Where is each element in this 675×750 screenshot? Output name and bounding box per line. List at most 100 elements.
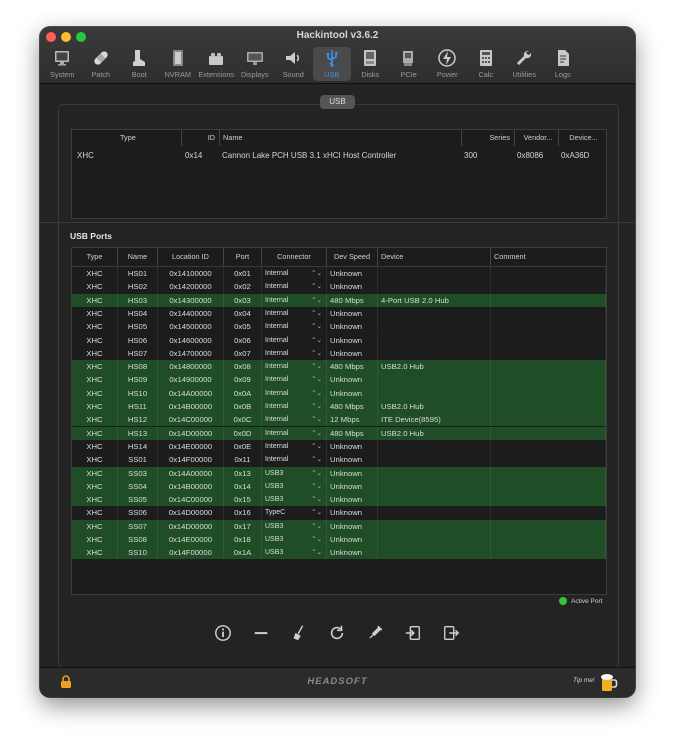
column-header-series[interactable]: Series [462, 130, 515, 146]
table-row[interactable]: XHC SS05 0x14C00000 0x15 USB3 ⌃⌄ Unknown [72, 493, 606, 507]
table-row[interactable]: XHC HS06 0x14600000 0x06 Internal ⌃⌄ Unknown [72, 333, 606, 347]
toolbar-utilities-button[interactable]: Utilities [505, 47, 544, 81]
table-row[interactable]: XHC SS01 0x14F00000 0x11 Internal ⌃⌄ Unknown [72, 453, 606, 467]
table-row[interactable]: XHC HS07 0x14700000 0x07 Internal ⌃⌄ Unknown [72, 346, 606, 360]
connector-select[interactable]: Internal ⌃⌄ [262, 346, 327, 360]
port-comment[interactable] [491, 320, 606, 334]
usb-ports-table[interactable]: Type Name Location ID Port Connector Dev Spee… [71, 247, 607, 595]
port-comment[interactable] [491, 466, 606, 480]
port-comment[interactable] [491, 360, 606, 374]
port-comment[interactable] [491, 506, 606, 520]
toolbar-calc-button[interactable]: Calc [467, 47, 506, 81]
connector-select[interactable]: Internal ⌃⌄ [262, 280, 327, 294]
column-header-comment[interactable]: Comment [491, 248, 606, 266]
table-row[interactable]: XHC SS08 0x14E00000 0x18 USB3 ⌃⌄ Unknown [72, 533, 606, 547]
port-comment[interactable] [491, 267, 606, 281]
connector-select[interactable]: Internal ⌃⌄ [262, 386, 327, 400]
table-row[interactable]: XHC SS07 0x14D00000 0x17 USB3 ⌃⌄ Unknown [72, 519, 606, 533]
table-row[interactable]: XHC SS10 0x14F00000 0x1A USB3 ⌃⌄ Unknown [72, 546, 606, 560]
table-row[interactable]: XHC HS01 0x14100000 0x01 Internal ⌃⌄ Unknown [72, 267, 606, 281]
table-row[interactable]: XHC HS03 0x14300000 0x03 Internal ⌃⌄ 480 Mbps 4… [72, 293, 606, 307]
connector-select[interactable]: Internal ⌃⌄ [262, 373, 327, 387]
toolbar-power-button[interactable]: Power [428, 47, 467, 81]
toolbar-system-button[interactable]: System [43, 47, 82, 81]
table-row[interactable]: XHC SS03 0x14A00000 0x13 USB3 ⌃⌄ Unknown [72, 466, 606, 480]
column-header-dev-speed[interactable]: Dev Speed [327, 248, 378, 266]
port-comment[interactable] [491, 280, 606, 294]
column-header-device[interactable]: Device [378, 248, 491, 266]
connector-select[interactable]: Internal ⌃⌄ [262, 306, 327, 321]
connector-select[interactable]: USB3 ⌃⌄ [262, 466, 327, 480]
toolbar-disks-button[interactable]: Disks [351, 47, 390, 81]
connector-select[interactable]: Internal ⌃⌄ [262, 426, 327, 440]
table-row[interactable]: XHC SS06 0x14D00000 0x16 TypeC ⌃⌄ Unknown [72, 506, 606, 520]
toolbar-patch-button[interactable]: Patch [82, 47, 121, 81]
port-comment[interactable] [491, 306, 606, 321]
column-header-id[interactable]: ID [182, 130, 220, 146]
port-comment[interactable] [491, 400, 606, 414]
beer-mug-icon[interactable] [600, 671, 618, 693]
column-header-type[interactable]: Type [72, 248, 118, 266]
refresh-button[interactable] [324, 622, 349, 644]
port-comment[interactable] [491, 333, 606, 347]
column-header-name[interactable]: Name [220, 130, 462, 146]
column-header-location-id[interactable]: Location ID [158, 248, 224, 266]
column-header-connector[interactable]: Connector [262, 248, 327, 266]
port-comment[interactable] [491, 453, 606, 467]
connector-select[interactable]: Internal ⌃⌄ [262, 333, 327, 347]
connector-select[interactable]: USB3 ⌃⌄ [262, 533, 327, 547]
connector-select[interactable]: Internal ⌃⌄ [262, 400, 327, 414]
connector-select[interactable]: Internal ⌃⌄ [262, 439, 327, 454]
table-row[interactable]: XHC HS04 0x14400000 0x04 Internal ⌃⌄ Unknown [72, 306, 606, 321]
connector-select[interactable]: Internal ⌃⌄ [262, 413, 327, 427]
table-row[interactable]: XHC HS09 0x14900000 0x09 Internal ⌃⌄ Unknown [72, 373, 606, 387]
port-comment[interactable] [491, 533, 606, 547]
table-row[interactable]: XHC HS11 0x14B00000 0x0B Internal ⌃⌄ 480 Mbps U… [72, 400, 606, 414]
table-row[interactable]: XHC HS02 0x14200000 0x02 Internal ⌃⌄ Unknown [72, 280, 606, 294]
toolbar-boot-button[interactable]: Boot [120, 47, 159, 81]
toolbar-extensions-button[interactable]: Extensions [197, 47, 236, 81]
port-comment[interactable] [491, 479, 606, 493]
connector-select[interactable]: Internal ⌃⌄ [262, 293, 327, 307]
port-comment[interactable] [491, 426, 606, 440]
toolbar-logs-button[interactable]: Logs [544, 47, 583, 81]
port-comment[interactable] [491, 386, 606, 400]
info-button[interactable] [210, 622, 235, 644]
table-row[interactable]: XHC HS08 0x14800000 0x08 Internal ⌃⌄ 480 Mbps U… [72, 360, 606, 374]
connector-select[interactable]: USB3 ⌃⌄ [262, 546, 327, 560]
clear-button[interactable] [286, 622, 311, 644]
table-row[interactable]: XHC HS13 0x14D00000 0x0D Internal ⌃⌄ 480 Mbps U… [72, 426, 606, 440]
column-header-port[interactable]: Port [224, 248, 262, 266]
port-comment[interactable] [491, 439, 606, 454]
inject-button[interactable] [362, 622, 387, 644]
table-row[interactable]: XHC HS14 0x14E00000 0x0E Internal ⌃⌄ Unknown [72, 439, 606, 454]
column-header-device[interactable]: Device... [559, 130, 605, 146]
column-header-type[interactable]: Type [72, 130, 182, 146]
table-row[interactable]: XHC SS04 0x14B00000 0x14 USB3 ⌃⌄ Unknown [72, 479, 606, 493]
toolbar-usb-button[interactable]: USB [312, 47, 351, 81]
import-button[interactable] [400, 622, 425, 644]
port-comment[interactable] [491, 373, 606, 387]
column-header-name[interactable]: Name [118, 248, 158, 266]
table-row[interactable]: XHC HS05 0x14500000 0x05 Internal ⌃⌄ Unknown [72, 320, 606, 334]
connector-select[interactable]: USB3 ⌃⌄ [262, 493, 327, 507]
port-comment[interactable] [491, 546, 606, 560]
port-comment[interactable] [491, 413, 606, 427]
table-row[interactable]: XHC HS10 0x14A00000 0x0A Internal ⌃⌄ Unknown [72, 386, 606, 400]
export-button[interactable] [438, 622, 463, 644]
port-comment[interactable] [491, 293, 606, 307]
port-comment[interactable] [491, 493, 606, 507]
toolbar-displays-button[interactable]: Displays [236, 47, 275, 81]
connector-select[interactable]: USB3 ⌃⌄ [262, 519, 327, 533]
toolbar-sound-button[interactable]: Sound [274, 47, 313, 81]
connector-select[interactable]: Internal ⌃⌄ [262, 320, 327, 334]
remove-button[interactable] [248, 622, 273, 644]
toolbar-nvram-button[interactable]: NVRAM [159, 47, 198, 81]
connector-select[interactable]: TypeC ⌃⌄ [262, 506, 327, 520]
controller-table[interactable]: Type ID Name Series Vendor... Device... … [71, 129, 607, 219]
tip-me-label[interactable]: Tip me! [573, 677, 595, 684]
connector-select[interactable]: Internal ⌃⌄ [262, 267, 327, 281]
port-comment[interactable] [491, 346, 606, 360]
connector-select[interactable]: USB3 ⌃⌄ [262, 479, 327, 493]
table-row[interactable]: XHC HS12 0x14C00000 0x0C Internal ⌃⌄ 12 Mbps IT… [72, 413, 606, 427]
